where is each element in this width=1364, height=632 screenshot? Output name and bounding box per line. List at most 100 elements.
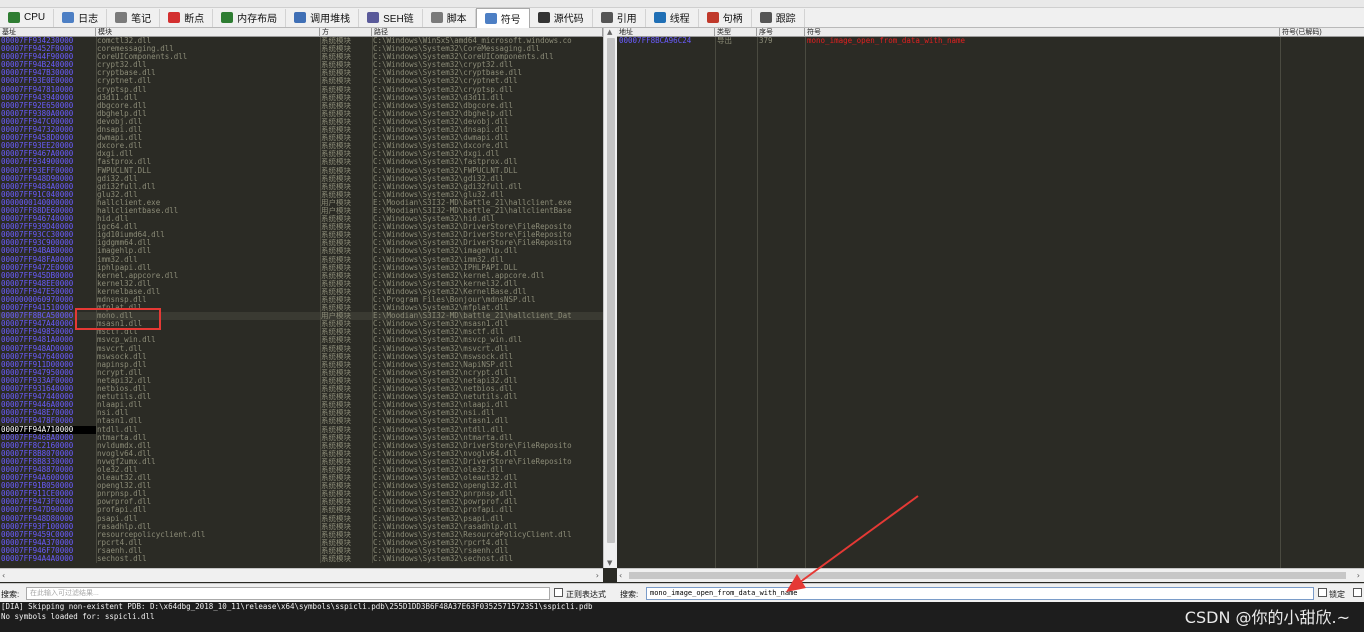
tab-call-stack[interactable]: 调用堆栈 <box>286 8 360 27</box>
table-row[interactable]: 00007FF934900000 fastprox.dll 系统模块 C:\Windo… <box>0 158 603 166</box>
tab-seh-chain[interactable]: SEH链 <box>359 8 423 27</box>
column-type-header[interactable]: 类型 <box>715 28 757 36</box>
table-row[interactable]: 00007FF94BAB0000 imagehlp.dll 系统模块 C:\Windo… <box>0 247 603 255</box>
table-row[interactable]: 0000000060970000 mdnsnsp.dll 系统模块 C:\Progra… <box>0 296 603 304</box>
table-row[interactable]: 00007FF94A4A0000 sechost.dll 系统模块 C:\Window… <box>0 555 603 563</box>
extra-checkbox[interactable] <box>1353 588 1362 597</box>
column-party-header[interactable]: 方 <box>320 28 372 36</box>
table-row[interactable]: 00007FF931640000 netbios.dll 系统模块 C:\Window… <box>0 385 603 393</box>
table-row[interactable]: 00007FF944F90000 CoreUIComponents.dll 系统模块… <box>0 53 603 61</box>
table-row[interactable]: 00007FF93E0E0000 cryptnet.dll 系统模块 C:\Windo… <box>0 77 603 85</box>
table-row[interactable]: 00007FF947440000 netutils.dll 系统模块 C:\Windo… <box>0 393 603 401</box>
table-row[interactable]: 00007FF945DB0000 kernel.appcore.dll 系统模块 C:… <box>0 272 603 280</box>
regex-checkbox[interactable] <box>554 588 563 597</box>
tab-log[interactable]: 日志 <box>54 8 108 27</box>
table-row[interactable]: 00007FF947E50000 kernelbase.dll 系统模块 C:\Win… <box>0 288 603 296</box>
scroll-left-icon[interactable]: ‹ <box>2 571 5 580</box>
table-row[interactable]: 00007FF94A370000 rpcrt4.dll 系统模块 C:\Windows… <box>0 539 603 547</box>
table-row[interactable]: 00007FF9481A0000 msvcp_win.dll 系统模块 C:\Wind… <box>0 336 603 344</box>
tab-threads[interactable]: 线程 <box>646 8 699 27</box>
tab-symbols[interactable]: 符号 <box>475 7 530 28</box>
table-row[interactable]: 00007FF92E650000 dbgcore.dll 系统模块 C:\Window… <box>0 102 603 110</box>
table-row[interactable]: 00007FF947C00000 devobj.dll 系统模块 C:\Windows… <box>0 118 603 126</box>
table-row[interactable]: 00007FF947640000 mswsock.dll 系统模块 C:\Window… <box>0 353 603 361</box>
scroll-right-icon[interactable]: › <box>1357 571 1360 580</box>
table-row[interactable]: 00007FF8B8330000 nvwgf2umx.dll 系统模块 C:\Wind… <box>0 458 603 466</box>
symbols-horizontal-scrollbar[interactable]: ‹ › <box>617 568 1364 582</box>
table-row[interactable]: 00007FF9478F0000 ntasn1.dll 系统模块 C:\Windows… <box>0 417 603 425</box>
table-row[interactable]: 00007FF933AF0000 netapi32.dll 系统模块 C:\Windo… <box>0 377 603 385</box>
tab-source[interactable]: 源代码 <box>530 8 593 27</box>
tab-notes[interactable]: 笔记 <box>107 8 161 27</box>
table-row[interactable]: 00007FF8BCA96C24 导出 379 mono_image_open_fro… <box>617 37 1364 45</box>
table-row[interactable]: 00007FF9380A0000 dbghelp.dll 系统模块 C:\Window… <box>0 110 603 118</box>
scroll-left-icon[interactable]: ‹ <box>619 571 622 580</box>
scroll-right-icon[interactable]: › <box>596 571 599 580</box>
table-row[interactable]: 00007FF93C900000 igdgmm64.dll 系统模块 C:\Windo… <box>0 239 603 247</box>
column-symbol-header[interactable]: 符号 <box>805 28 1280 36</box>
table-row[interactable]: 00007FF88DE60000 hallclientbase.dll 用户模块 E:… <box>0 207 603 215</box>
table-row[interactable]: 00007FF91C040000 glu32.dll 系统模块 C:\Windows\… <box>0 191 603 199</box>
column-symbol-decoded-header[interactable]: 符号(已解码) <box>1280 28 1364 36</box>
scroll-up-icon[interactable]: ▲ <box>607 28 612 36</box>
table-row[interactable]: 00007FF939D40000 igc64.dll 系统模块 C:\Windows\… <box>0 223 603 231</box>
scrollbar-thumb[interactable] <box>629 572 1346 579</box>
table-row[interactable]: 00007FF946F70000 rsaenh.dll 系统模块 C:\Windows… <box>0 547 603 555</box>
table-row[interactable]: 00007FF9446A0000 nlaapi.dll 系统模块 C:\Windows… <box>0 401 603 409</box>
table-row[interactable]: 00007FF9452F0000 coremessaging.dll 系统模块 C:\… <box>0 45 603 53</box>
table-row[interactable]: 00007FF93EFF0000 FWPUCLNT.DLL 系统模块 C:\Windo… <box>0 167 603 175</box>
table-row[interactable]: 00007FF9473F0000 powrprof.dll 系统模块 C:\Windo… <box>0 498 603 506</box>
table-row[interactable]: 00007FF94A710000 ntdll.dll 系统模块 C:\Windows\… <box>0 425 603 434</box>
tab-memory-map[interactable]: 内存布局 <box>213 8 287 27</box>
table-row[interactable]: 00007FF93CC30000 igd10iumd64.dll 系统模块 C:\Wi… <box>0 231 603 239</box>
modules-horizontal-scrollbar[interactable]: ‹ › <box>0 568 603 582</box>
tab-trace[interactable]: 跟踪 <box>752 8 805 27</box>
table-row[interactable]: 00007FF948FA0000 imm32.dll 系统模块 C:\Windows\… <box>0 256 603 264</box>
table-row[interactable]: 00007FF948EE0000 kernel32.dll 系统模块 C:\Windo… <box>0 280 603 288</box>
tab-breakpoint[interactable]: 断点 <box>160 8 214 27</box>
table-row[interactable]: 00007FF91B050000 opengl32.dll 系统模块 C:\Windo… <box>0 482 603 490</box>
table-row[interactable]: 00007FF947810000 cryptsp.dll 系统模块 C:\Window… <box>0 86 603 94</box>
scroll-down-icon[interactable]: ▼ <box>607 559 612 567</box>
table-row[interactable]: 00007FF948D90000 gdi32.dll 系统模块 C:\Windows\… <box>0 175 603 183</box>
column-path-header[interactable]: 路径 <box>372 28 603 36</box>
modules-search-input[interactable]: 在此输入可过滤结果... <box>26 587 550 600</box>
table-row[interactable]: 00007FF8B8070000 nvoglv64.dll 系统模块 C:\Windo… <box>0 450 603 458</box>
table-row[interactable]: 00007FF947320000 dnsapi.dll 系统模块 C:\Windows… <box>0 126 603 134</box>
table-row[interactable]: 00007FF934230000 comctl32.dll 系统模块 C:\Windo… <box>0 37 603 45</box>
table-row[interactable]: 0000000140000000 hallclient.exe 用户模块 E:\Moo… <box>0 199 603 207</box>
table-row[interactable]: 00007FF93EE20000 dxcore.dll 系统模块 C:\Windows… <box>0 142 603 150</box>
column-base-header[interactable]: 基址 <box>0 28 96 36</box>
table-row[interactable]: 00007FF948E70000 nsi.dll 系统模块 C:\Windows\Sy… <box>0 409 603 417</box>
table-row[interactable]: 00007FF943940000 d3d11.dll 系统模块 C:\Windows\… <box>0 94 603 102</box>
lock-checkbox[interactable] <box>1318 588 1327 597</box>
table-row[interactable]: 00007FF947D90000 profapi.dll 系统模块 C:\Window… <box>0 506 603 514</box>
table-row[interactable]: 00007FF946BA0000 ntmarta.dll 系统模块 C:\Window… <box>0 434 603 442</box>
table-row[interactable]: 00007FF9472E0000 iphlpapi.dll 系统模块 C:\Windo… <box>0 264 603 272</box>
table-row[interactable]: 00007FF9467A0000 dxgi.dll 系统模块 C:\Windows\S… <box>0 150 603 158</box>
table-row[interactable]: 00007FF9459C0000 resourcepolicyclient.dll… <box>0 531 603 539</box>
table-row[interactable]: 00007FF911D00000 napinsp.dll 系统模块 C:\Window… <box>0 361 603 369</box>
table-row[interactable]: 00007FF93F100000 rasadhlp.dll 系统模块 C:\Windo… <box>0 523 603 531</box>
table-row[interactable]: 00007FF947B30000 cryptbase.dll 系统模块 C:\Wind… <box>0 69 603 77</box>
table-row[interactable]: 00007FF94A600000 oleaut32.dll 系统模块 C:\Windo… <box>0 474 603 482</box>
tab-script[interactable]: 脚本 <box>423 8 476 27</box>
table-row[interactable]: 00007FF9458D0000 dwmapi.dll 系统模块 C:\Windows… <box>0 134 603 142</box>
tab-handles[interactable]: 句柄 <box>699 8 752 27</box>
symbols-search-input[interactable]: mono_image_open_from_data_with_name <box>646 587 1314 600</box>
table-row[interactable]: 00007FF948AD0000 msvcrt.dll 系统模块 C:\Windows… <box>0 345 603 353</box>
column-module-header[interactable]: 模块 <box>96 28 320 36</box>
modules-vertical-scrollbar[interactable]: ▲ ▼ <box>603 28 617 568</box>
table-row[interactable]: 00007FF9484A0000 gdi32full.dll 系统模块 C:\Wind… <box>0 183 603 191</box>
tab-references[interactable]: 引用 <box>593 8 646 27</box>
tab-cpu[interactable]: CPU <box>0 8 55 27</box>
table-row[interactable]: 00007FF8C2160000 nvldumdx.dll 系统模块 C:\Windo… <box>0 442 603 450</box>
column-ordinal-header[interactable]: 序号 <box>757 28 805 36</box>
table-row[interactable]: 00007FF946740000 hid.dll 系统模块 C:\Windows\Sy… <box>0 215 603 223</box>
table-row[interactable]: 00007FF94B240000 crypt32.dll 系统模块 C:\Window… <box>0 61 603 69</box>
column-address-header[interactable]: 地址 <box>617 28 715 36</box>
scrollbar-thumb[interactable] <box>607 38 615 543</box>
table-row[interactable]: 00007FF948D80000 psapi.dll 系统模块 C:\Windows\… <box>0 515 603 523</box>
table-row[interactable]: 00007FF947950000 ncrypt.dll 系统模块 C:\Windows… <box>0 369 603 377</box>
table-row[interactable]: 00007FF911CE0000 pnrpnsp.dll 系统模块 C:\Window… <box>0 490 603 498</box>
